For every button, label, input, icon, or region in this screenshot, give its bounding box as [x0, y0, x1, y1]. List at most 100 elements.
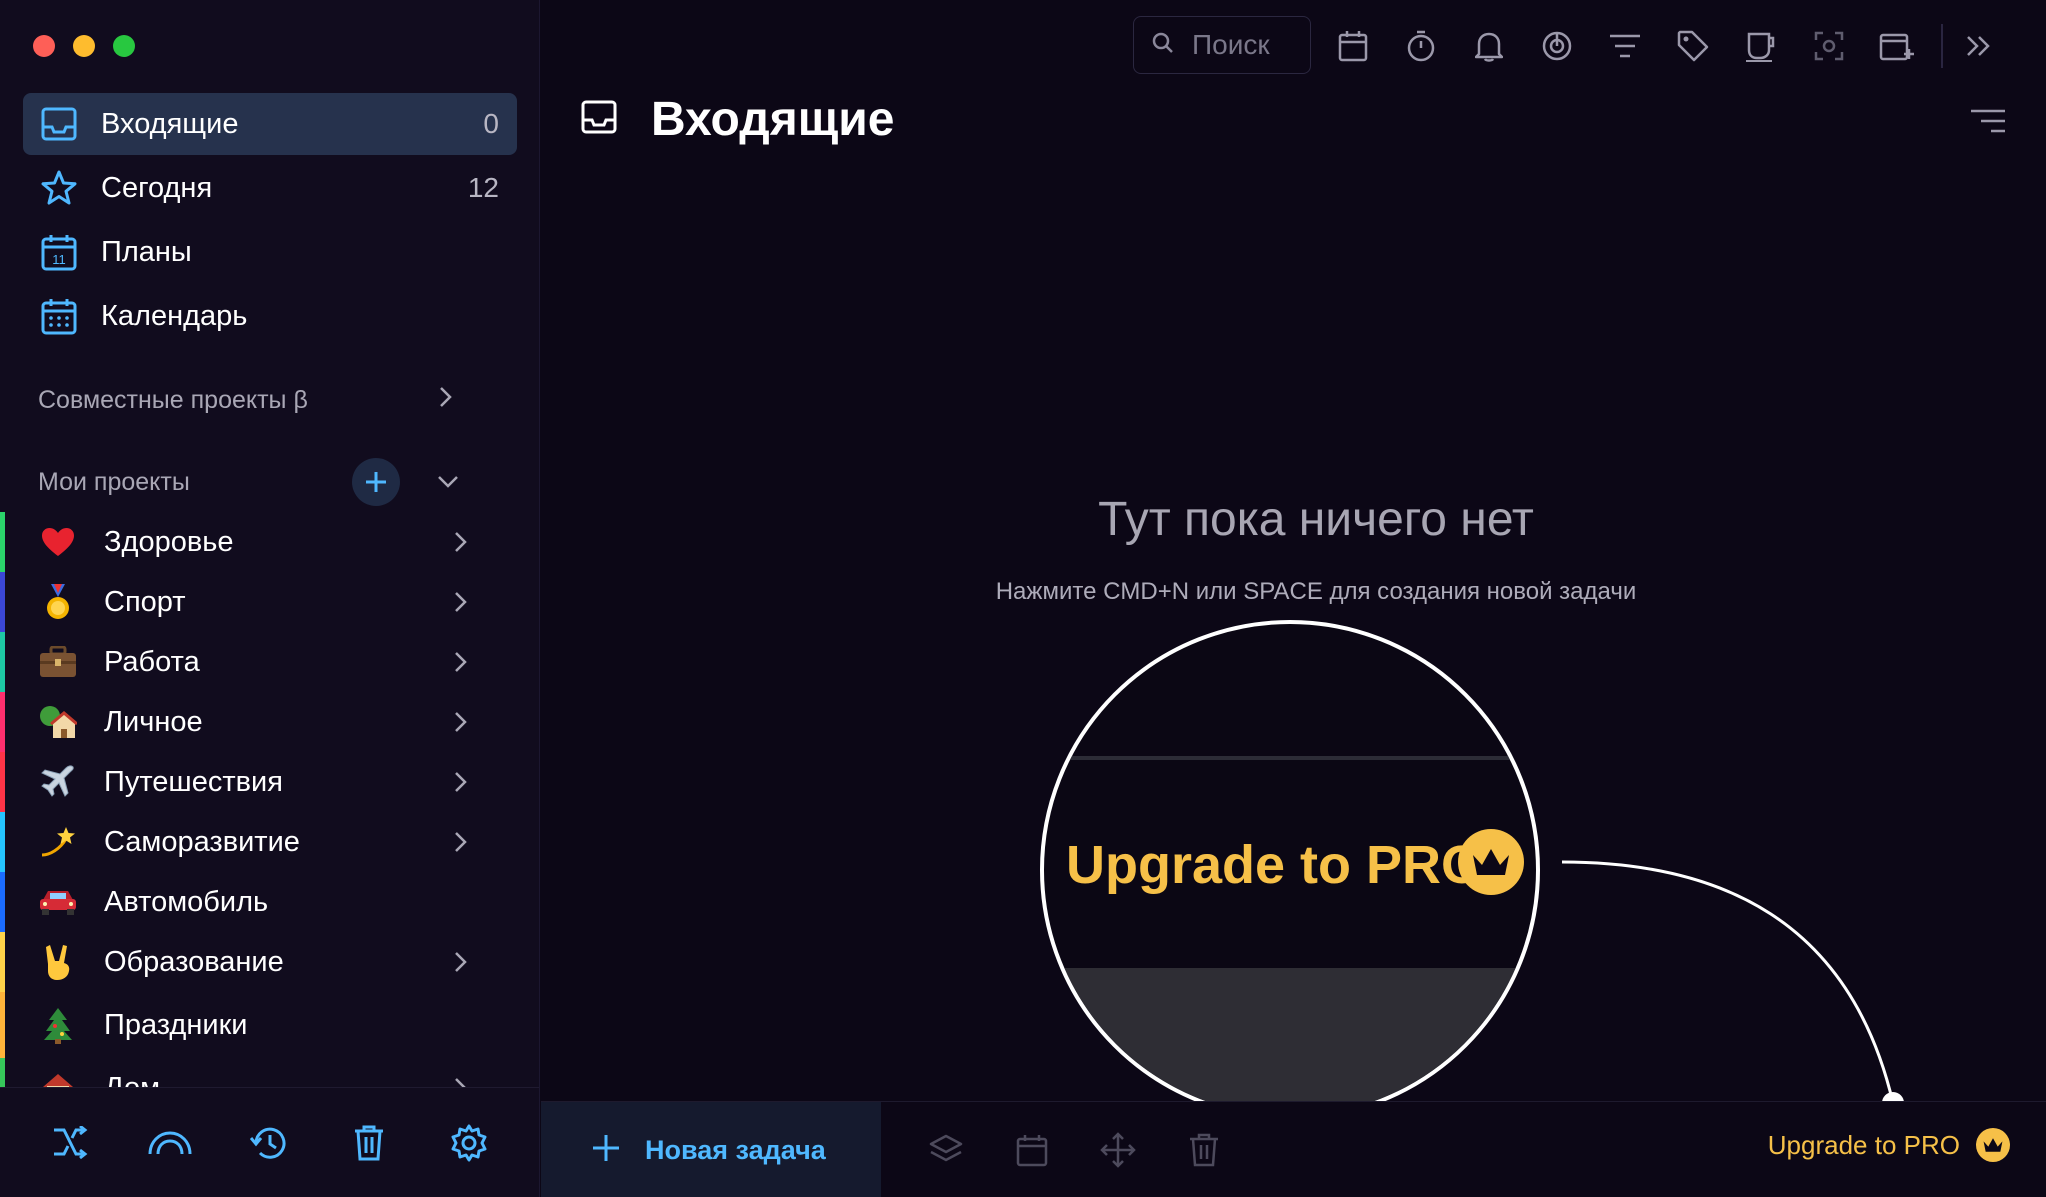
crown-icon — [1976, 1128, 2010, 1162]
project-label: Работа — [104, 645, 200, 678]
coffee-icon[interactable] — [1741, 26, 1781, 66]
project-color-bar — [0, 992, 5, 1058]
minimize-window-button[interactable] — [73, 35, 95, 57]
plus-icon — [591, 1133, 621, 1168]
project-color-bar — [0, 512, 5, 572]
chevron-right-icon — [443, 710, 479, 734]
project-item[interactable]: Личное — [0, 692, 539, 752]
calendar-icon[interactable] — [1333, 26, 1373, 66]
rainbow-icon[interactable] — [148, 1121, 192, 1165]
project-item[interactable]: Праздники — [0, 992, 539, 1058]
window-controls — [33, 35, 135, 57]
crown-icon — [1458, 829, 1524, 895]
chevron-right-icon — [438, 385, 454, 416]
inbox-icon — [39, 104, 79, 144]
chevron-right-icon — [443, 590, 479, 614]
plus-icon — [366, 472, 386, 492]
nav-item-calendar[interactable]: Календарь — [23, 285, 517, 347]
chevron-right-icon — [443, 830, 479, 854]
layers-icon[interactable] — [926, 1130, 966, 1170]
double-chevron-right-icon[interactable] — [1959, 26, 1999, 66]
main-nav: Входящие 0 Сегодня 12 11 Планы Календарь — [23, 93, 517, 349]
project-item[interactable]: Путешествия — [0, 752, 539, 812]
close-window-button[interactable] — [33, 35, 55, 57]
project-item[interactable]: Спорт — [0, 572, 539, 632]
search-input[interactable]: Поиск — [1133, 16, 1311, 74]
project-color-bar — [0, 692, 5, 752]
project-label: Личное — [104, 705, 203, 738]
tree-icon — [38, 1005, 78, 1045]
project-label: Спорт — [104, 585, 186, 618]
dizzy-star-icon — [38, 822, 78, 862]
project-item[interactable]: Дом — [0, 1058, 539, 1087]
screenshot-icon[interactable] — [1809, 26, 1849, 66]
empty-state-hint: Нажмите CMD+N или SPACE для создания нов… — [995, 578, 1637, 605]
sidebar-toolbar — [0, 1087, 539, 1197]
victory-hand-icon — [38, 942, 78, 982]
project-item[interactable]: Здоровье — [0, 512, 539, 572]
project-item[interactable]: Саморазвитие — [0, 812, 539, 872]
bottom-toolbar: Новая задача Upgrade to PRO — [541, 1101, 2046, 1197]
focus-icon[interactable] — [1537, 26, 1577, 66]
top-toolbar: Поиск — [541, 16, 2046, 76]
star-icon — [39, 168, 79, 208]
zoom-lower-area — [1044, 968, 1536, 1116]
history-icon[interactable] — [247, 1121, 291, 1165]
upgrade-pro-button[interactable]: Upgrade to PRO — [1768, 1128, 2010, 1162]
nav-item-inbox[interactable]: Входящие 0 — [23, 93, 517, 155]
trash-icon[interactable] — [347, 1121, 391, 1165]
project-label: Саморазвитие — [104, 825, 300, 858]
briefcase-icon — [38, 642, 78, 682]
project-item[interactable]: Работа — [0, 632, 539, 692]
chevron-right-icon — [443, 530, 479, 554]
gear-icon[interactable] — [447, 1121, 491, 1165]
nav-label: Календарь — [101, 299, 248, 332]
bell-icon[interactable] — [1469, 26, 1509, 66]
search-icon — [1152, 29, 1174, 61]
calendar-icon[interactable] — [1012, 1130, 1052, 1170]
project-color-bar — [0, 632, 5, 692]
chevron-right-icon — [443, 950, 479, 974]
sort-icon[interactable] — [1970, 108, 2006, 139]
chevron-down-icon[interactable] — [436, 468, 460, 497]
zoom-upgrade-label: Upgrade to PRO — [1066, 835, 1484, 895]
project-color-bar — [0, 872, 5, 932]
home-icon — [38, 1068, 78, 1087]
calendar-grid-icon — [39, 296, 79, 336]
tag-icon[interactable] — [1673, 26, 1713, 66]
nav-item-today[interactable]: Сегодня 12 — [23, 157, 517, 219]
move-icon[interactable] — [1098, 1130, 1138, 1170]
project-label: Автомобиль — [104, 885, 269, 918]
my-projects-title: Мои проекты — [38, 467, 190, 496]
add-calendar-icon[interactable] — [1877, 26, 1917, 66]
project-item[interactable]: Образование — [0, 932, 539, 992]
shared-projects-section[interactable]: Совместные проекты β — [38, 380, 478, 420]
add-project-button[interactable] — [352, 458, 400, 506]
nav-item-plans[interactable]: 11 Планы — [23, 221, 517, 283]
upgrade-pro-label: Upgrade to PRO — [1767, 1129, 1960, 1160]
project-label: Образование — [104, 945, 284, 978]
nav-label: Планы — [101, 235, 192, 268]
trash-icon[interactable] — [1184, 1130, 1224, 1170]
sidebar: Входящие 0 Сегодня 12 11 Планы Календарь… — [0, 0, 540, 1197]
nav-label: Входящие — [101, 107, 239, 140]
project-color-bar — [0, 1058, 5, 1087]
project-label: Здоровье — [104, 525, 234, 558]
new-task-label: Новая задача — [645, 1134, 826, 1165]
zoom-magnifier: Upgrade to PRO — [1040, 620, 1540, 1120]
zoom-divider — [1044, 756, 1536, 760]
timer-icon[interactable] — [1401, 26, 1441, 66]
project-color-bar — [0, 812, 5, 872]
page-title: Входящие — [651, 93, 895, 146]
new-task-button[interactable]: Новая задача — [541, 1102, 881, 1197]
chevron-right-icon — [443, 1076, 479, 1087]
zoom-window-button[interactable] — [113, 35, 135, 57]
filter-icon[interactable] — [1605, 26, 1645, 66]
chevron-right-icon — [443, 770, 479, 794]
my-projects-section: Мои проекты — [38, 458, 478, 506]
heart-icon — [38, 522, 78, 562]
empty-state-title: Тут пока ничего нет — [1098, 493, 1534, 546]
shuffle-icon[interactable] — [48, 1121, 92, 1165]
car-icon — [38, 882, 78, 922]
project-item[interactable]: Автомобиль — [0, 872, 539, 932]
